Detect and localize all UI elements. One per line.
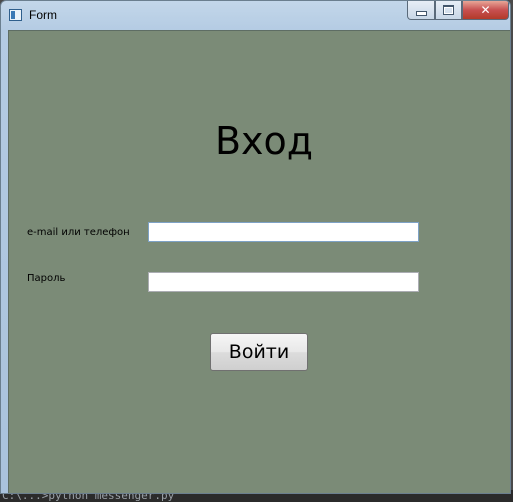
maximize-icon: [443, 5, 454, 15]
minimize-icon: [415, 10, 427, 16]
window-title: Form: [29, 8, 57, 22]
minimize-button[interactable]: [407, 1, 435, 20]
maximize-button[interactable]: [435, 1, 462, 20]
password-input[interactable]: [148, 272, 419, 292]
app-window-icon: [9, 9, 22, 21]
login-form: Вход e-mail или телефон Пароль Войти: [8, 30, 510, 493]
form-window: Form ✕ Вход e-mail или телефон Пароль Во…: [0, 0, 511, 494]
login-label: e-mail или телефон: [27, 227, 130, 238]
page-title: Вход: [214, 119, 314, 163]
title-bar[interactable]: Form ✕: [1, 1, 510, 29]
login-button[interactable]: Войти: [210, 333, 308, 371]
password-label: Пароль: [27, 273, 66, 284]
login-input[interactable]: [148, 222, 419, 242]
close-button[interactable]: ✕: [462, 1, 509, 20]
close-icon: ✕: [480, 3, 491, 17]
